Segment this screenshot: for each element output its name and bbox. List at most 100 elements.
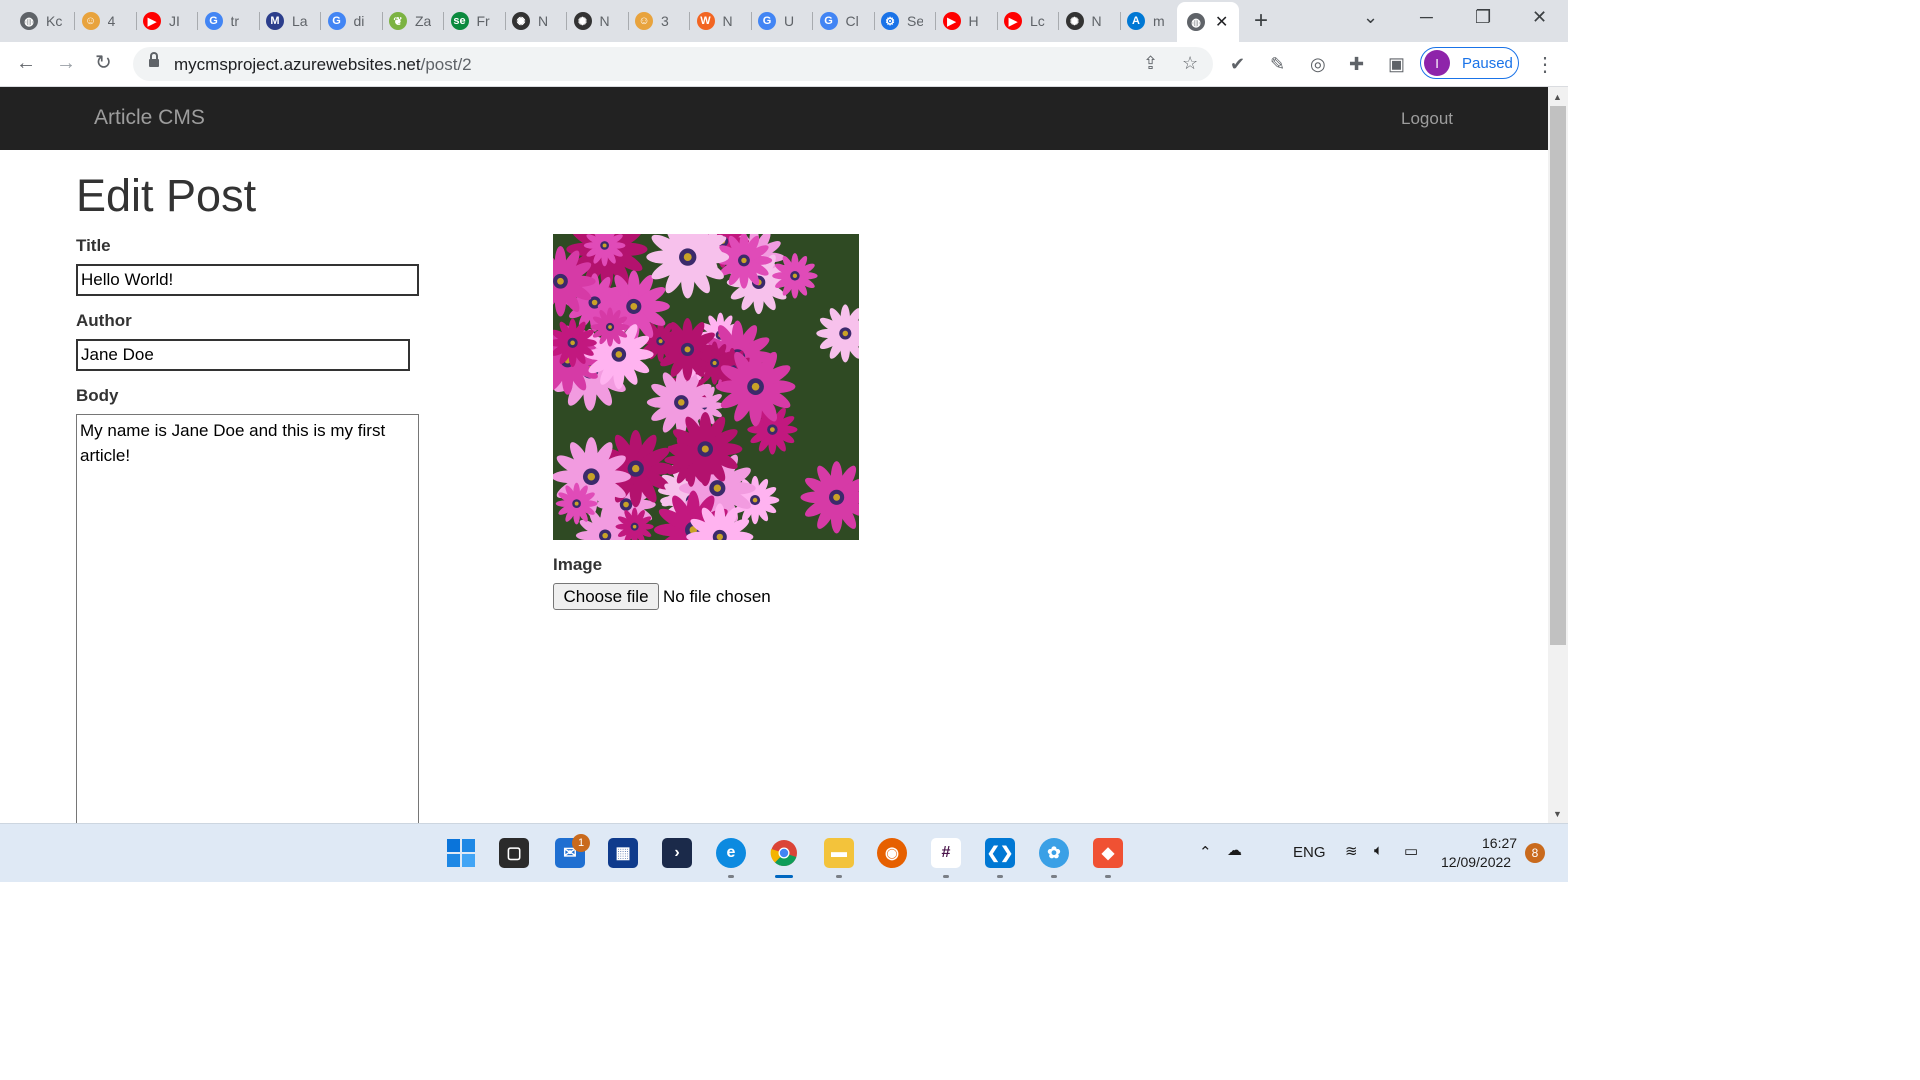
forward-button[interactable]: → [56, 51, 76, 75]
browser-tab[interactable]: ✺ N [568, 8, 629, 34]
choose-file-button[interactable]: Choose file [553, 583, 659, 610]
browser-tab[interactable]: M La [260, 8, 321, 34]
browser-tab[interactable]: WN [691, 8, 752, 34]
profile-status: Paused [1462, 54, 1513, 72]
browser-tab[interactable]: ✺ N [1060, 8, 1121, 34]
extension-eyedropper-icon[interactable]: ✎ [1270, 54, 1285, 74]
avatar: I [1424, 50, 1450, 76]
lock-icon [149, 52, 159, 69]
google-icon: G [758, 12, 776, 30]
vscode-icon[interactable]: ❮❯ [985, 838, 1015, 868]
language-indicator[interactable]: ENG [1293, 844, 1326, 861]
browser-tab[interactable]: ⚙ Se [875, 8, 936, 34]
tray-chevron-icon[interactable]: ⌃ [1199, 843, 1212, 861]
tab-label: Se [907, 13, 923, 29]
scroll-up-arrow-icon[interactable]: ▲ [1553, 92, 1562, 102]
tab-active[interactable]: ◍ ✕ [1177, 2, 1239, 42]
restore-button[interactable]: ❐ [1475, 7, 1491, 28]
git-running-dot [1105, 875, 1111, 878]
site-brand[interactable]: Article CMS [94, 106, 205, 130]
browser-tab[interactable]: ☺ 3 [629, 8, 690, 34]
openai-icon: ✺ [1065, 12, 1084, 30]
reload-button[interactable]: ↻ [95, 51, 112, 75]
browser-tab[interactable]: Gtr [199, 8, 260, 34]
body-textarea[interactable]: My name is Jane Doe and this is my first… [76, 414, 419, 834]
extensions-puzzle-icon[interactable]: ✚ [1349, 54, 1364, 74]
tab-label: Cl [845, 13, 859, 29]
task-view-icon[interactable]: ▢ [499, 838, 529, 868]
minimize-button[interactable]: ─ [1420, 7, 1433, 28]
youtube-icon: ▶ [1004, 12, 1022, 30]
back-button[interactable]: ← [16, 51, 36, 75]
close-window-button[interactable]: ✕ [1532, 7, 1547, 28]
file-explorer-icon[interactable]: ▬ [824, 838, 854, 868]
terminal-app-icon[interactable]: › [662, 838, 692, 868]
w-icon: W [696, 12, 715, 30]
se-icon: se [450, 12, 469, 30]
store-icon[interactable]: ▦ [608, 838, 638, 868]
slack-icon[interactable]: # [931, 838, 961, 868]
tab-label: N [1091, 13, 1102, 29]
tab-search-icon[interactable]: ⌄ [1363, 7, 1378, 28]
tab-label: m [1153, 13, 1165, 29]
new-tab-button[interactable]: + [1254, 9, 1268, 33]
edge-icon[interactable]: e [716, 838, 746, 868]
flowers-image [553, 234, 859, 540]
bookmark-star-icon[interactable]: ☆ [1182, 53, 1198, 74]
git-client-icon[interactable]: ◆ [1093, 838, 1123, 868]
windows-taskbar: ▢ ✉ ▦ › e ▬ ◉ # ❮❯ ✿ ◆ ⌃ ☁ ENG ≋ 🔈︎ ▭ 16… [0, 823, 1568, 882]
profile-button[interactable]: I Paused [1420, 47, 1519, 79]
youtube-icon: ▶ [942, 12, 961, 30]
browser-tab[interactable]: ❦ Za [383, 8, 444, 34]
extension-check-icon[interactable]: ✔ [1230, 54, 1245, 74]
browser-menu-icon[interactable]: ⋮ [1535, 52, 1555, 77]
volume-icon[interactable]: 🔈︎ [1374, 842, 1383, 859]
azure-icon: A [1127, 12, 1145, 30]
firefox-icon[interactable]: ◉ [877, 838, 907, 868]
tab-label: N [538, 13, 549, 29]
browser-tab[interactable]: ▶ Lc [998, 8, 1059, 34]
face-icon: ☺ [635, 12, 653, 30]
share-icon[interactable]: ⇪ [1143, 53, 1158, 74]
tab-label: Fr [476, 13, 490, 29]
browser-tab[interactable]: G Cl [814, 8, 875, 34]
onedrive-icon[interactable]: ☁ [1227, 841, 1242, 859]
author-input[interactable] [76, 339, 410, 371]
scroll-down-arrow-icon[interactable]: ▼ [1553, 809, 1562, 819]
start-menu-icon[interactable] [446, 838, 476, 868]
body-label: Body [76, 386, 119, 405]
chrome-icon[interactable] [769, 838, 799, 868]
extension-circle-icon[interactable]: ◎ [1310, 54, 1326, 74]
paint-running-dot [1051, 875, 1057, 878]
url-text[interactable]: mycmsproject.azurewebsites.net/post/2 [174, 55, 472, 75]
address-bar[interactable]: mycmsproject.azurewebsites.net/post/2 ⇪ … [133, 47, 1213, 81]
paint-icon[interactable]: ✿ [1039, 838, 1069, 868]
browser-tab[interactable]: ▶ H [937, 8, 998, 34]
browser-tab[interactable]: ✺ N [506, 8, 567, 34]
openai-icon: ✺ [512, 12, 530, 30]
globe-icon: ◍ [20, 12, 38, 30]
logout-link[interactable]: Logout [1401, 109, 1453, 129]
browser-tab[interactable]: ☺ 4 [76, 8, 137, 34]
openai-icon: ✺ [573, 12, 592, 30]
wifi-icon[interactable]: ≋ [1345, 842, 1358, 860]
browser-tab[interactable]: se Fr [445, 8, 506, 34]
notification-badge[interactable]: 8 [1525, 843, 1545, 863]
post-image [553, 234, 859, 540]
browser-tab[interactable]: ◍ Kc [14, 8, 75, 34]
browser-tab[interactable]: GU [752, 8, 813, 34]
browser-tab[interactable]: Gdi [322, 8, 383, 34]
tab-label: 3 [661, 13, 669, 29]
side-panel-icon[interactable]: ▣ [1388, 54, 1405, 74]
youtube-icon: ▶ [143, 12, 161, 30]
close-tab-icon[interactable]: ✕ [1215, 12, 1228, 32]
browser-tab[interactable]: ▶ JI [137, 8, 198, 34]
clock-date[interactable]: 12/09/2022 [1441, 854, 1511, 870]
face-icon: ☺ [81, 12, 100, 30]
page-scrollbar[interactable]: ▲ ▼ [1548, 87, 1568, 823]
scrollbar-thumb[interactable] [1550, 106, 1566, 645]
title-input[interactable] [76, 264, 419, 296]
browser-tab[interactable]: Am [1121, 8, 1182, 34]
battery-icon[interactable]: ▭ [1404, 842, 1418, 860]
clock-time[interactable]: 16:27 [1482, 835, 1517, 851]
